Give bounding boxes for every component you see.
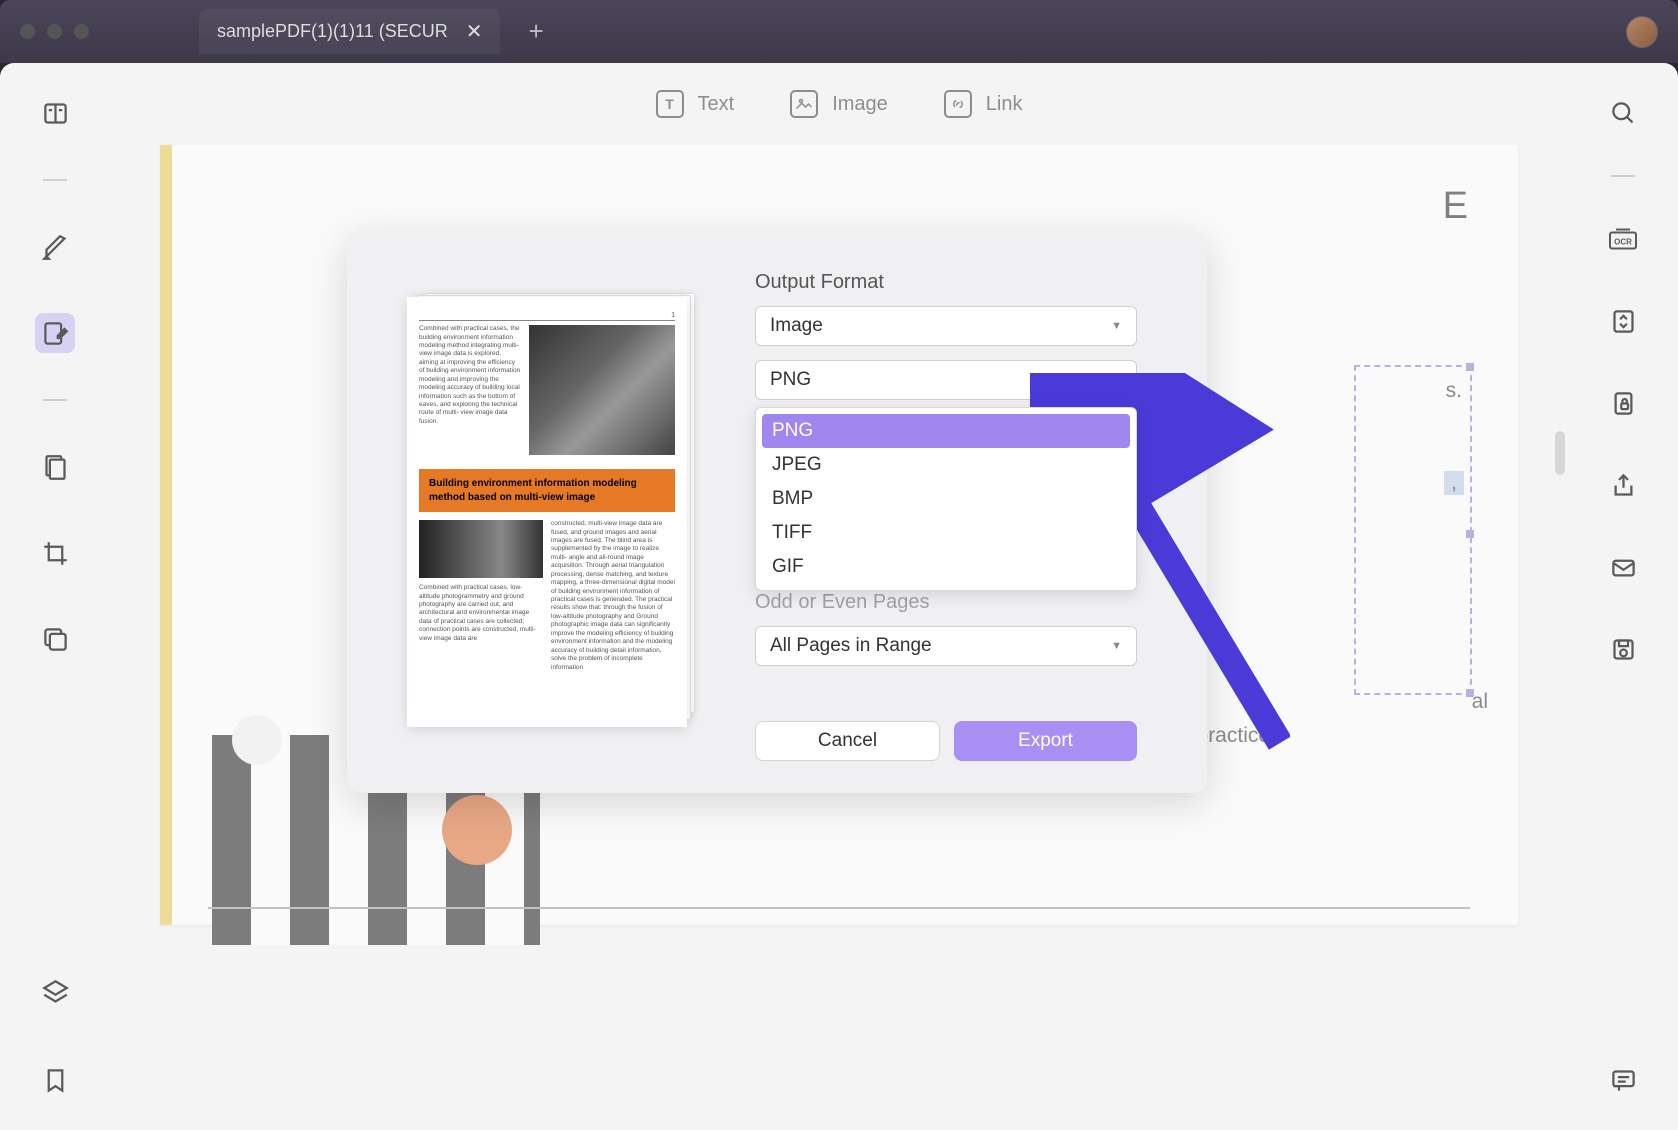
preview-hero-image	[529, 325, 675, 461]
chevron-up-icon: ▼	[1111, 374, 1122, 386]
preview-intro-text: Combined with practical cases, the build…	[419, 325, 521, 461]
chevron-down-icon: ▼	[1111, 640, 1122, 652]
comment-icon[interactable]	[1603, 1060, 1643, 1100]
sidebar-divider	[1611, 175, 1635, 177]
new-tab-button[interactable]: +	[528, 16, 543, 47]
image-format-dropdown: PNG JPEG BMP TIFF GIF	[755, 407, 1137, 591]
sidebar-divider	[43, 399, 67, 401]
export-button[interactable]: Export	[954, 721, 1137, 761]
search-icon[interactable]	[1603, 93, 1643, 133]
image-format-select[interactable]: PNG ▼	[755, 360, 1137, 400]
document-tab[interactable]: samplePDF(1)(1)11 (SECUR ✕	[199, 9, 500, 54]
preview-highlight-box: Building environment information modelin…	[419, 469, 675, 512]
reader-mode-icon[interactable]	[35, 93, 75, 133]
close-window-button[interactable]	[20, 24, 35, 39]
dropdown-option-gif[interactable]: GIF	[762, 550, 1130, 584]
close-tab-button[interactable]: ✕	[466, 19, 483, 44]
output-format-value: Image	[770, 315, 823, 337]
preview-col-right: constructed, multi-view image data are f…	[551, 520, 675, 672]
export-dialog: 1 Combined with practical cases, the bui…	[347, 231, 1207, 793]
dropdown-option-png[interactable]: PNG	[762, 414, 1130, 448]
content-area: T Text Image Link E	[110, 63, 1568, 1130]
preview-inline-image	[419, 520, 543, 578]
dialog-preview-pane: 1 Combined with practical cases, the bui…	[347, 231, 747, 793]
window-controls	[20, 24, 89, 39]
user-avatar[interactable]	[1626, 16, 1658, 48]
ocr-icon[interactable]: OCR	[1603, 219, 1643, 259]
page-preview-stack: 1 Combined with practical cases, the bui…	[407, 297, 687, 727]
page-preview: 1 Combined with practical cases, the bui…	[407, 297, 687, 727]
dropdown-option-bmp[interactable]: BMP	[762, 482, 1130, 516]
bookmark-icon[interactable]	[35, 1060, 75, 1100]
batch-icon[interactable]	[35, 619, 75, 659]
dropdown-option-jpeg[interactable]: JPEG	[762, 448, 1130, 482]
chevron-down-icon: ▼	[1111, 320, 1122, 332]
layers-icon[interactable]	[35, 972, 75, 1012]
protect-icon[interactable]	[1603, 383, 1643, 423]
left-sidebar	[0, 63, 110, 1130]
dropdown-option-tiff[interactable]: TIFF	[762, 516, 1130, 550]
odd-even-select[interactable]: All Pages in Range ▼	[755, 626, 1137, 666]
convert-icon[interactable]	[1603, 301, 1643, 341]
share-icon[interactable]	[1603, 465, 1643, 505]
highlighter-icon[interactable]	[35, 227, 75, 267]
mail-icon[interactable]	[1603, 547, 1643, 587]
right-sidebar: OCR	[1568, 63, 1678, 1130]
crop-icon[interactable]	[35, 533, 75, 573]
preview-col-left: Combined with practical cases, low-altit…	[419, 520, 543, 672]
odd-even-value: All Pages in Range	[770, 635, 932, 657]
image-format-value: PNG	[770, 369, 811, 391]
minimize-window-button[interactable]	[47, 24, 62, 39]
svg-text:OCR: OCR	[1614, 237, 1632, 246]
sidebar-divider	[43, 179, 67, 181]
pages-icon[interactable]	[35, 447, 75, 487]
output-format-select[interactable]: Image ▼	[755, 306, 1137, 346]
cancel-button[interactable]: Cancel	[755, 721, 940, 761]
maximize-window-button[interactable]	[74, 24, 89, 39]
tab-title: samplePDF(1)(1)11 (SECUR	[217, 21, 448, 42]
output-format-label: Output Format	[755, 271, 1169, 294]
odd-even-label: Odd or Even Pages	[755, 591, 1137, 614]
window-titlebar: samplePDF(1)(1)11 (SECUR ✕ +	[0, 0, 1678, 63]
save-icon[interactable]	[1603, 629, 1643, 669]
preview-page-number: 1	[419, 311, 675, 320]
edit-text-icon[interactable]	[35, 313, 75, 353]
